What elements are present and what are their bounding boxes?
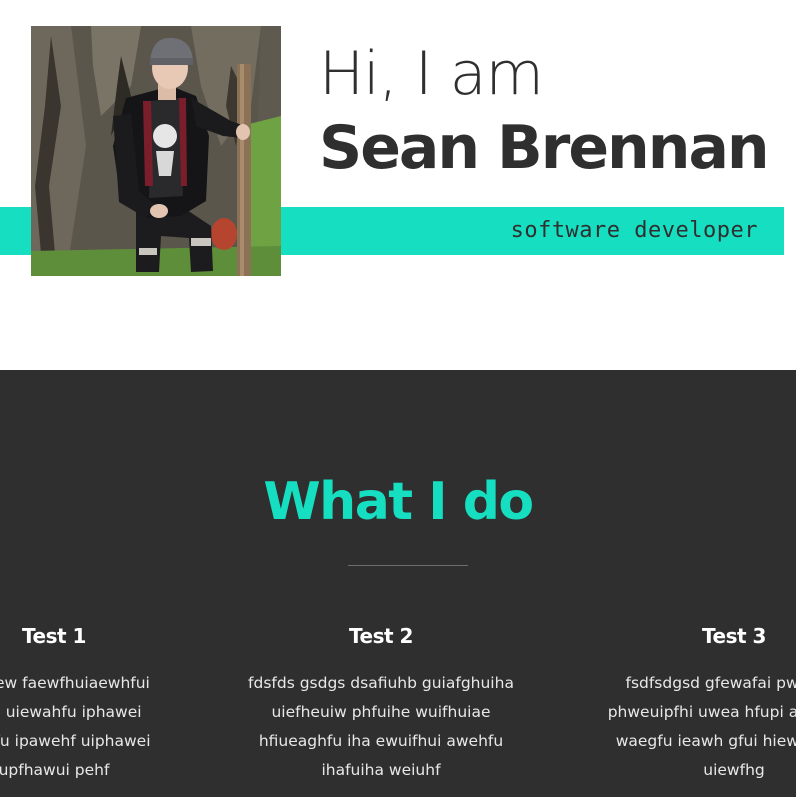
service-column: Test 1 sadaew faewfhuiaewhfui i pfh uiew… bbox=[0, 624, 199, 785]
title-divider bbox=[348, 565, 468, 566]
service-description: fsdfsdgsd gfewafai pweh fui phweuipfhi u… bbox=[607, 674, 796, 779]
service-title: Test 1 bbox=[22, 624, 86, 648]
job-title: software developer bbox=[510, 218, 758, 243]
services-section: What I do Test 1 sadaew faewfhuiaewhfui … bbox=[0, 370, 796, 797]
service-title: Test 3 bbox=[702, 624, 766, 648]
service-description: sadaew faewfhuiaewhfui i pfh uiewahfu ip… bbox=[0, 674, 151, 779]
service-column: Test 3 fsdfsdgsd gfewafai pweh fui phweu… bbox=[589, 624, 796, 785]
service-description: fdsfds gsdgs dsafiuhb guiafghuiha uiefhe… bbox=[248, 674, 514, 779]
profile-photo bbox=[31, 26, 281, 276]
services-title: What I do bbox=[263, 472, 534, 532]
service-title: Test 2 bbox=[349, 624, 413, 648]
page: software developer Hi, I am Sean Brennan… bbox=[0, 0, 796, 797]
greeting-text: Hi, I am bbox=[319, 39, 544, 109]
hero-section: software developer Hi, I am Sean Brennan bbox=[0, 0, 796, 370]
name-heading: Sean Brennan bbox=[319, 113, 770, 183]
service-column: Test 2 fdsfds gsdgs dsafiuhb guiafghuiha… bbox=[236, 624, 526, 785]
